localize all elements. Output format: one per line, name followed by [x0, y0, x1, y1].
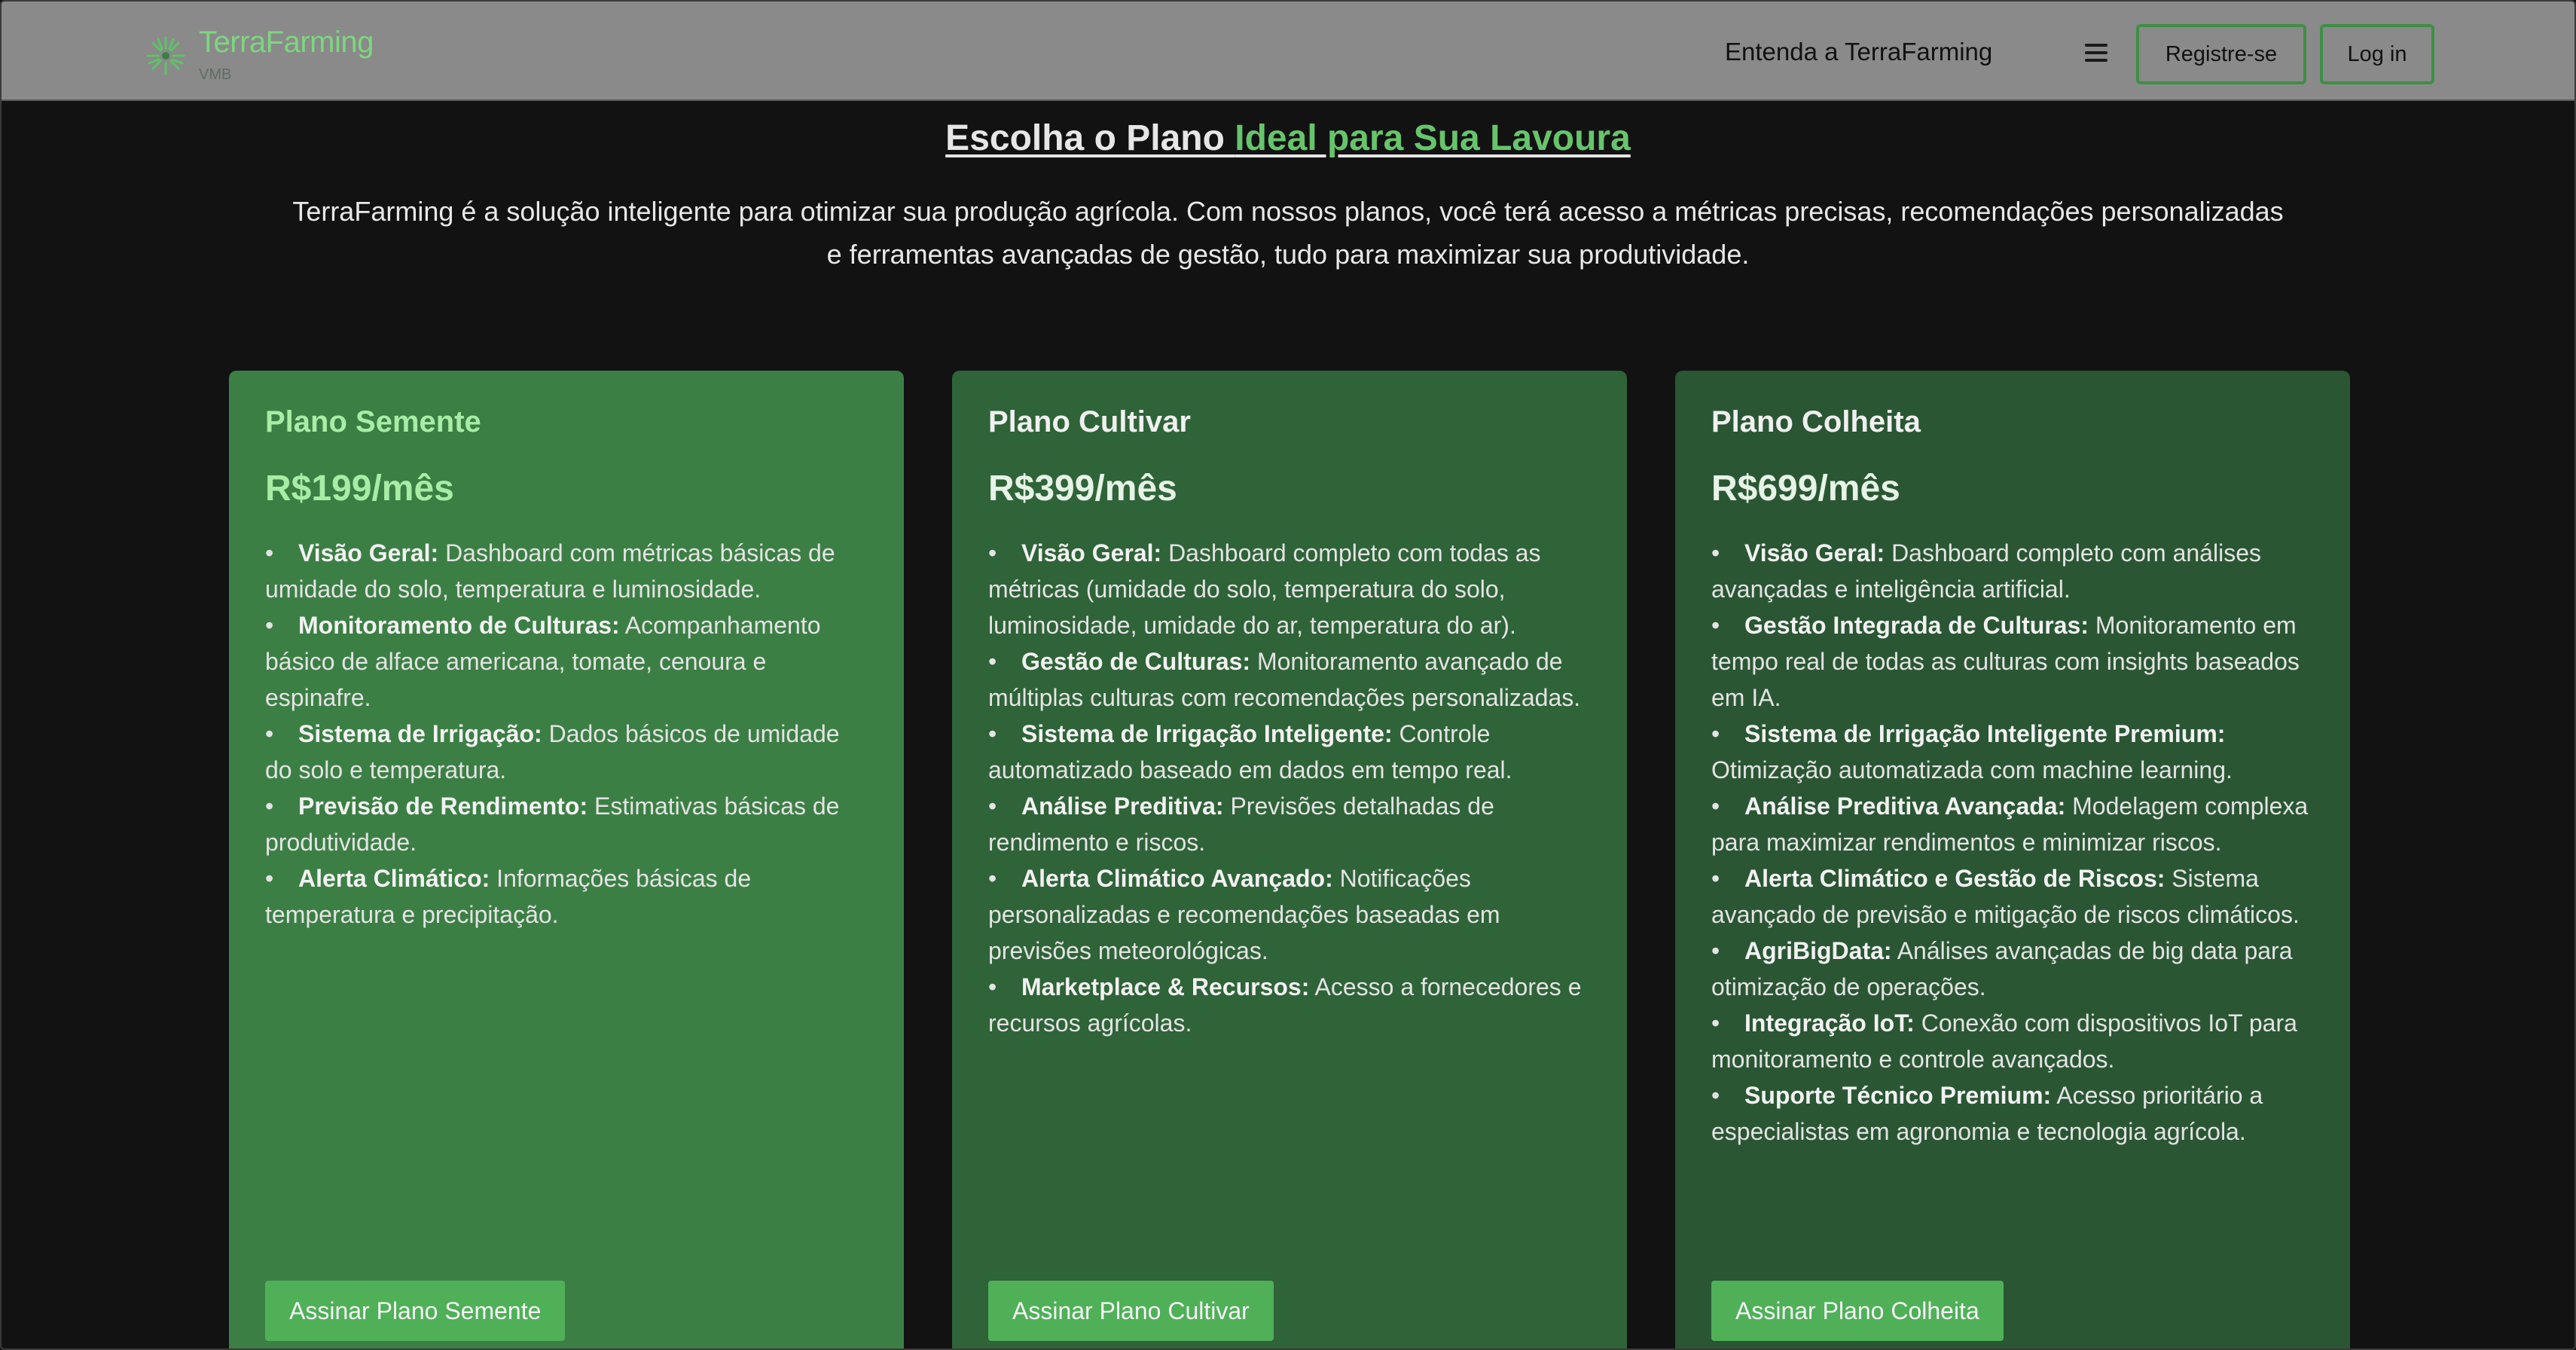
- plan-price: R$199/mês: [265, 469, 454, 509]
- login-button[interactable]: Log in: [2320, 24, 2434, 84]
- feature-item: Análise Preditiva: Previsões detalhadas …: [988, 788, 1591, 860]
- feature-item: Visão Geral: Dashboard com métricas bási…: [265, 535, 868, 607]
- plan-name: Plano Semente: [265, 405, 481, 438]
- feature-title: Visão Geral:: [1021, 539, 1162, 567]
- plan-price: R$399/mês: [988, 469, 1177, 509]
- plan-card-semente: Plano Semente R$199/mês Visão Geral: Das…: [229, 371, 904, 1348]
- feature-title: Gestão de Culturas:: [1021, 648, 1251, 675]
- feature-item: Visão Geral: Dashboard completo com toda…: [988, 535, 1591, 643]
- register-button[interactable]: Registre-se: [2136, 24, 2306, 84]
- sprout-burst-icon: [146, 36, 185, 75]
- feature-title: Gestão Integrada de Culturas:: [1744, 612, 2089, 639]
- feature-item: Alerta Climático Avançado: Notificações …: [988, 860, 1591, 969]
- feature-item: Gestão de Culturas: Monitoramento avança…: [988, 643, 1591, 716]
- feature-title: Análise Preditiva Avançada:: [1744, 793, 2066, 820]
- feature-item: Alerta Climático: Informações básicas de…: [265, 860, 868, 933]
- plan-name: Plano Colheita: [1711, 405, 1921, 438]
- feature-item: Integração IoT: Conexão com dispositivos…: [1711, 1005, 2314, 1077]
- hamburger-icon[interactable]: [2085, 44, 2107, 63]
- feature-title: Suporte Técnico Premium:: [1744, 1082, 2052, 1109]
- feature-item: Sistema de Irrigação: Dados básicos de u…: [265, 716, 868, 788]
- feature-list: Visão Geral: Dashboard com métricas bási…: [265, 535, 868, 933]
- feature-title: Alerta Climático Avançado:: [1021, 865, 1333, 892]
- plan-name: Plano Cultivar: [988, 405, 1191, 438]
- feature-text: Otimização automatizada com machine lear…: [1711, 756, 2233, 783]
- feature-item: Visão Geral: Dashboard completo com anál…: [1711, 535, 2314, 607]
- navbar: TerraFarming VMB Entenda a TerraFarming …: [2, 2, 2574, 101]
- feature-list: Visão Geral: Dashboard completo com anál…: [1711, 535, 2314, 1150]
- page-title-accent: Ideal para Sua Lavoura: [1235, 118, 1631, 158]
- subscribe-cultivar-button[interactable]: Assinar Plano Cultivar: [988, 1281, 1274, 1341]
- plan-card-cultivar: Plano Cultivar R$399/mês Visão Geral: Da…: [952, 371, 1627, 1348]
- subscribe-semente-button[interactable]: Assinar Plano Semente: [265, 1281, 566, 1341]
- feature-title: Análise Preditiva:: [1021, 793, 1224, 820]
- feature-item: Previsão de Rendimento: Estimativas bási…: [265, 788, 868, 860]
- feature-title: Alerta Climático:: [298, 865, 490, 892]
- feature-title: Integração IoT:: [1744, 1009, 1915, 1037]
- plan-price: R$699/mês: [1711, 469, 1900, 509]
- feature-item: Análise Preditiva Avançada: Modelagem co…: [1711, 788, 2314, 860]
- feature-item: Gestão Integrada de Culturas: Monitorame…: [1711, 607, 2314, 716]
- feature-title: Sistema de Irrigação Inteligente:: [1021, 720, 1393, 747]
- brand-name[interactable]: TerraFarming: [199, 26, 374, 60]
- feature-list: Visão Geral: Dashboard completo com toda…: [988, 535, 1591, 1041]
- feature-title: Alerta Climático e Gestão de Riscos:: [1744, 865, 2165, 892]
- browser-viewport: TerraFarming VMB Entenda a TerraFarming …: [0, 0, 2576, 1350]
- page-title: Escolha o Plano Ideal para Sua Lavoura: [2, 118, 2574, 159]
- feature-item: Sistema de Irrigação Inteligente Premium…: [1711, 716, 2314, 788]
- feature-item: Marketplace & Recursos: Acesso a fornece…: [988, 969, 1591, 1041]
- feature-item: Suporte Técnico Premium: Acesso prioritá…: [1711, 1077, 2314, 1150]
- feature-item: Sistema de Irrigação Inteligente: Contro…: [988, 716, 1591, 788]
- feature-item: Alerta Climático e Gestão de Riscos: Sis…: [1711, 860, 2314, 933]
- brand-subtitle: VMB: [199, 66, 232, 83]
- nav-link-about[interactable]: Entenda a TerraFarming: [1725, 38, 1992, 66]
- feature-title: Previsão de Rendimento:: [298, 793, 588, 820]
- page-title-prefix: Escolha o Plano: [945, 118, 1235, 158]
- feature-title: Monitoramento de Culturas:: [298, 612, 620, 639]
- feature-title: Visão Geral:: [1744, 539, 1885, 567]
- feature-title: Marketplace & Recursos:: [1021, 973, 1310, 1000]
- feature-item: Monitoramento de Culturas: Acompanhament…: [265, 607, 868, 716]
- feature-title: Visão Geral:: [298, 539, 439, 567]
- feature-title: AgriBigData:: [1744, 937, 1892, 964]
- feature-title: Sistema de Irrigação Inteligente Premium…: [1744, 720, 2226, 747]
- subscribe-colheita-button[interactable]: Assinar Plano Colheita: [1711, 1281, 2004, 1341]
- feature-item: AgriBigData: Análises avançadas de big d…: [1711, 933, 2314, 1005]
- plan-card-colheita: Plano Colheita R$699/mês Visão Geral: Da…: [1675, 371, 2350, 1348]
- page-description: TerraFarming é a solução inteligente par…: [292, 196, 2284, 270]
- feature-title: Sistema de Irrigação:: [298, 720, 542, 747]
